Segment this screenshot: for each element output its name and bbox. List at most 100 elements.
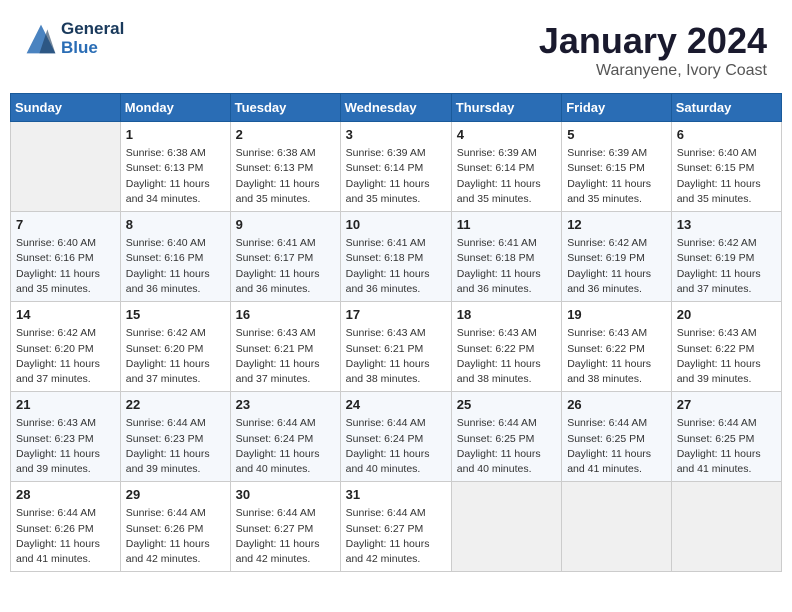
calendar-body: 1 Sunrise: 6:38 AMSunset: 6:13 PMDaylight… bbox=[11, 122, 782, 572]
calendar-cell: 16 Sunrise: 6:43 AMSunset: 6:21 PMDayligh… bbox=[230, 302, 340, 392]
calendar-cell: 17 Sunrise: 6:43 AMSunset: 6:21 PMDayligh… bbox=[340, 302, 451, 392]
calendar-cell: 20Sunrise: 6:43 AMSunset: 6:22 PMDayligh… bbox=[671, 302, 781, 392]
day-info: Sunrise: 6:39 AMSunset: 6:14 PMDaylight:… bbox=[457, 146, 556, 207]
day-info: Sunrise: 6:43 AMSunset: 6:22 PMDaylight:… bbox=[457, 326, 556, 387]
day-info: Sunrise: 6:44 AMSunset: 6:24 PMDaylight:… bbox=[236, 416, 335, 477]
calendar-cell: 12Sunrise: 6:42 AMSunset: 6:19 PMDayligh… bbox=[562, 212, 672, 302]
day-info: Sunrise: 6:44 AMSunset: 6:26 PMDaylight:… bbox=[126, 506, 225, 567]
day-number: 23 bbox=[236, 396, 335, 414]
calendar-cell: 2 Sunrise: 6:38 AMSunset: 6:13 PMDaylight… bbox=[230, 122, 340, 212]
dow-cell: Tuesday bbox=[230, 94, 340, 122]
dow-cell: Thursday bbox=[451, 94, 561, 122]
header: General Blue January 2024 Waranyene, Ivo… bbox=[10, 10, 782, 85]
day-number: 4 bbox=[457, 126, 556, 144]
day-number: 29 bbox=[126, 486, 225, 504]
day-number: 30 bbox=[236, 486, 335, 504]
logo-icon bbox=[25, 23, 57, 55]
day-info: Sunrise: 6:41 AMSunset: 6:18 PMDaylight:… bbox=[457, 236, 556, 297]
day-info: Sunrise: 6:40 AMSunset: 6:16 PMDaylight:… bbox=[126, 236, 225, 297]
calendar-cell: 9 Sunrise: 6:41 AMSunset: 6:17 PMDaylight… bbox=[230, 212, 340, 302]
day-number: 3 bbox=[346, 126, 446, 144]
day-number: 7 bbox=[16, 216, 115, 234]
day-number: 18 bbox=[457, 306, 556, 324]
calendar-cell: 14Sunrise: 6:42 AMSunset: 6:20 PMDayligh… bbox=[11, 302, 121, 392]
day-number: 28 bbox=[16, 486, 115, 504]
calendar-cell: 8 Sunrise: 6:40 AMSunset: 6:16 PMDaylight… bbox=[120, 212, 230, 302]
day-number: 20 bbox=[677, 306, 776, 324]
day-info: Sunrise: 6:42 AMSunset: 6:19 PMDaylight:… bbox=[677, 236, 776, 297]
calendar-cell: 24 Sunrise: 6:44 AMSunset: 6:24 PMDayligh… bbox=[340, 392, 451, 482]
calendar-week: 14Sunrise: 6:42 AMSunset: 6:20 PMDayligh… bbox=[11, 302, 782, 392]
day-info: Sunrise: 6:40 AMSunset: 6:15 PMDaylight:… bbox=[677, 146, 776, 207]
day-number: 1 bbox=[126, 126, 225, 144]
day-info: Sunrise: 6:43 AMSunset: 6:22 PMDaylight:… bbox=[567, 326, 666, 387]
dow-cell: Saturday bbox=[671, 94, 781, 122]
calendar-cell: 22Sunrise: 6:44 AMSunset: 6:23 PMDayligh… bbox=[120, 392, 230, 482]
day-number: 9 bbox=[236, 216, 335, 234]
day-info: Sunrise: 6:41 AMSunset: 6:18 PMDaylight:… bbox=[346, 236, 446, 297]
day-info: Sunrise: 6:44 AMSunset: 6:27 PMDaylight:… bbox=[346, 506, 446, 567]
calendar-cell bbox=[562, 482, 672, 572]
day-number: 19 bbox=[567, 306, 666, 324]
day-number: 8 bbox=[126, 216, 225, 234]
day-info: Sunrise: 6:40 AMSunset: 6:16 PMDaylight:… bbox=[16, 236, 115, 297]
calendar-cell: 1 Sunrise: 6:38 AMSunset: 6:13 PMDaylight… bbox=[120, 122, 230, 212]
logo: General Blue bbox=[25, 20, 124, 57]
calendar-cell: 4 Sunrise: 6:39 AMSunset: 6:14 PMDaylight… bbox=[451, 122, 561, 212]
day-info: Sunrise: 6:38 AMSunset: 6:13 PMDaylight:… bbox=[236, 146, 335, 207]
day-info: Sunrise: 6:43 AMSunset: 6:21 PMDaylight:… bbox=[346, 326, 446, 387]
calendar-cell bbox=[11, 122, 121, 212]
calendar-cell: 31Sunrise: 6:44 AMSunset: 6:27 PMDayligh… bbox=[340, 482, 451, 572]
day-info: Sunrise: 6:44 AMSunset: 6:25 PMDaylight:… bbox=[677, 416, 776, 477]
calendar-cell: 10Sunrise: 6:41 AMSunset: 6:18 PMDayligh… bbox=[340, 212, 451, 302]
calendar-cell: 11 Sunrise: 6:41 AMSunset: 6:18 PMDayligh… bbox=[451, 212, 561, 302]
calendar-cell bbox=[451, 482, 561, 572]
day-info: Sunrise: 6:42 AMSunset: 6:19 PMDaylight:… bbox=[567, 236, 666, 297]
calendar-cell bbox=[671, 482, 781, 572]
day-number: 5 bbox=[567, 126, 666, 144]
calendar-cell: 6Sunrise: 6:40 AMSunset: 6:15 PMDaylight… bbox=[671, 122, 781, 212]
day-info: Sunrise: 6:39 AMSunset: 6:15 PMDaylight:… bbox=[567, 146, 666, 207]
logo-text: General Blue bbox=[61, 20, 124, 57]
calendar-week: 7 Sunrise: 6:40 AMSunset: 6:16 PMDaylight… bbox=[11, 212, 782, 302]
day-info: Sunrise: 6:44 AMSunset: 6:26 PMDaylight:… bbox=[16, 506, 115, 567]
month-title: January 2024 bbox=[539, 20, 767, 62]
calendar-cell: 30 Sunrise: 6:44 AMSunset: 6:27 PMDayligh… bbox=[230, 482, 340, 572]
day-info: Sunrise: 6:44 AMSunset: 6:24 PMDaylight:… bbox=[346, 416, 446, 477]
day-number: 11 bbox=[457, 216, 556, 234]
day-info: Sunrise: 6:44 AMSunset: 6:25 PMDaylight:… bbox=[567, 416, 666, 477]
calendar-cell: 26Sunrise: 6:44 AMSunset: 6:25 PMDayligh… bbox=[562, 392, 672, 482]
calendar-cell: 27 Sunrise: 6:44 AMSunset: 6:25 PMDayligh… bbox=[671, 392, 781, 482]
day-number: 16 bbox=[236, 306, 335, 324]
dow-cell: Wednesday bbox=[340, 94, 451, 122]
day-info: Sunrise: 6:38 AMSunset: 6:13 PMDaylight:… bbox=[126, 146, 225, 207]
day-info: Sunrise: 6:42 AMSunset: 6:20 PMDaylight:… bbox=[126, 326, 225, 387]
dow-cell: Friday bbox=[562, 94, 672, 122]
day-number: 15 bbox=[126, 306, 225, 324]
calendar-cell: 25 Sunrise: 6:44 AMSunset: 6:25 PMDayligh… bbox=[451, 392, 561, 482]
day-number: 27 bbox=[677, 396, 776, 414]
calendar-week: 28 Sunrise: 6:44 AMSunset: 6:26 PMDayligh… bbox=[11, 482, 782, 572]
day-number: 13 bbox=[677, 216, 776, 234]
day-info: Sunrise: 6:43 AMSunset: 6:21 PMDaylight:… bbox=[236, 326, 335, 387]
day-number: 22 bbox=[126, 396, 225, 414]
day-number: 24 bbox=[346, 396, 446, 414]
day-number: 17 bbox=[346, 306, 446, 324]
day-number: 2 bbox=[236, 126, 335, 144]
calendar-week: 1 Sunrise: 6:38 AMSunset: 6:13 PMDaylight… bbox=[11, 122, 782, 212]
title-area: January 2024 Waranyene, Ivory Coast bbox=[539, 20, 767, 80]
day-info: Sunrise: 6:43 AMSunset: 6:23 PMDaylight:… bbox=[16, 416, 115, 477]
day-info: Sunrise: 6:44 AMSunset: 6:27 PMDaylight:… bbox=[236, 506, 335, 567]
dow-cell: Monday bbox=[120, 94, 230, 122]
calendar-cell: 29 Sunrise: 6:44 AMSunset: 6:26 PMDayligh… bbox=[120, 482, 230, 572]
day-of-week-header: SundayMondayTuesdayWednesdayThursdayFrid… bbox=[11, 94, 782, 122]
calendar-cell: 5 Sunrise: 6:39 AMSunset: 6:15 PMDaylight… bbox=[562, 122, 672, 212]
calendar-cell: 19 Sunrise: 6:43 AMSunset: 6:22 PMDayligh… bbox=[562, 302, 672, 392]
day-info: Sunrise: 6:44 AMSunset: 6:25 PMDaylight:… bbox=[457, 416, 556, 477]
calendar-cell: 28 Sunrise: 6:44 AMSunset: 6:26 PMDayligh… bbox=[11, 482, 121, 572]
calendar: SundayMondayTuesdayWednesdayThursdayFrid… bbox=[10, 93, 782, 572]
location-subtitle: Waranyene, Ivory Coast bbox=[539, 62, 767, 80]
day-number: 25 bbox=[457, 396, 556, 414]
day-info: Sunrise: 6:41 AMSunset: 6:17 PMDaylight:… bbox=[236, 236, 335, 297]
calendar-cell: 18 Sunrise: 6:43 AMSunset: 6:22 PMDayligh… bbox=[451, 302, 561, 392]
